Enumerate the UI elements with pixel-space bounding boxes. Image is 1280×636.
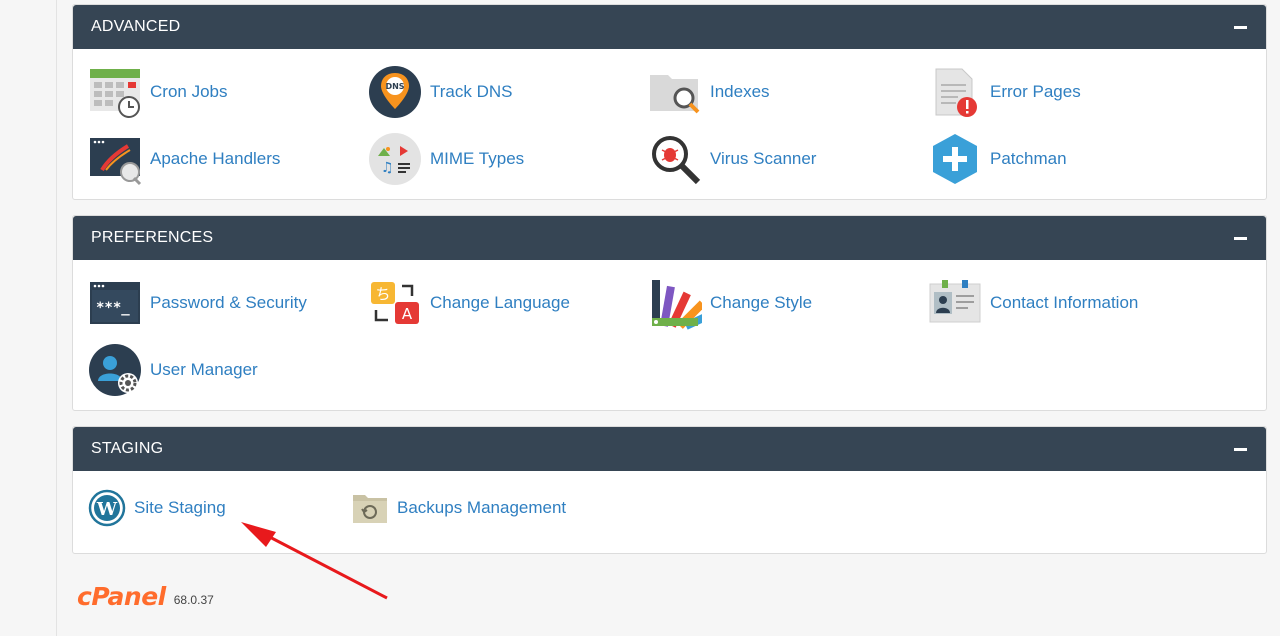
svg-text:W: W <box>96 499 118 520</box>
change-language-label: Change Language <box>430 293 570 312</box>
track-dns-label: Track DNS <box>430 82 513 101</box>
password-icon: ***_ <box>88 276 142 330</box>
language-icon: ち A <box>368 276 422 330</box>
backups-management-label: Backups Management <box>397 498 567 517</box>
site-staging-label: Site Staging <box>134 498 226 517</box>
preferences-panel-header: PREFERENCES <box>73 216 1266 260</box>
apache-handlers-link[interactable]: Apache Handlers <box>88 131 280 187</box>
indexes-label: Indexes <box>710 82 770 101</box>
staging-panel-title: STAGING <box>91 440 164 457</box>
patchman-link[interactable]: Patchman <box>928 131 1067 187</box>
wordpress-icon: W <box>88 489 126 527</box>
site-staging-link[interactable]: W Site Staging <box>88 480 226 536</box>
contact-card-icon <box>928 276 982 330</box>
apache-handlers-icon <box>88 132 142 186</box>
change-style-label: Change Style <box>710 293 813 312</box>
svg-text:♫: ♫ <box>381 160 394 176</box>
password-security-link[interactable]: ***_ Password & Security <box>88 275 307 331</box>
calendar-clock-icon <box>88 65 142 119</box>
folder-search-icon <box>648 65 702 119</box>
version-label: 68.0.37 <box>173 593 214 607</box>
staging-panel-header: STAGING <box>73 427 1266 471</box>
error-pages-link[interactable]: Error Pages <box>928 64 1081 120</box>
left-sidebar <box>0 0 57 636</box>
svg-text:A: A <box>402 305 413 323</box>
main-content: ADVANCED Cron Jobs DNS Track DNS Indexes… <box>57 0 1280 636</box>
preferences-panel-title: PREFERENCES <box>91 229 214 246</box>
style-palette-icon <box>648 276 702 330</box>
password-security-label: Password & Security <box>150 293 307 312</box>
collapse-staging-button[interactable] <box>1234 442 1248 456</box>
document-error-icon <box>928 65 982 119</box>
virus-scanner-label: Virus Scanner <box>710 149 817 168</box>
svg-text:***_: ***_ <box>96 300 130 316</box>
preferences-panel: PREFERENCES ***_ Password & Security ち A… <box>72 215 1267 411</box>
virus-scanner-link[interactable]: Virus Scanner <box>648 131 816 187</box>
patchman-label: Patchman <box>990 149 1067 168</box>
change-style-link[interactable]: Change Style <box>648 275 812 331</box>
advanced-panel-title: ADVANCED <box>91 18 181 35</box>
patchman-icon <box>928 132 982 186</box>
change-language-link[interactable]: ち A Change Language <box>368 275 570 331</box>
cpanel-footer: cPanel 68.0.37 <box>77 582 214 611</box>
svg-text:DNS: DNS <box>385 82 404 91</box>
cpanel-logo[interactable]: cPanel <box>77 582 166 611</box>
advanced-panel: ADVANCED Cron Jobs DNS Track DNS Indexes… <box>72 4 1267 200</box>
contact-information-link[interactable]: Contact Information <box>928 275 1138 331</box>
error-pages-label: Error Pages <box>990 82 1081 101</box>
mime-types-link[interactable]: ♫ MIME Types <box>368 131 524 187</box>
dns-pin-icon: DNS <box>368 65 422 119</box>
user-manager-link[interactable]: User Manager <box>88 342 258 398</box>
backup-folder-icon <box>351 489 389 527</box>
mime-types-label: MIME Types <box>430 149 525 168</box>
backups-management-link[interactable]: Backups Management <box>351 480 566 536</box>
contact-information-label: Contact Information <box>990 293 1139 312</box>
user-manager-icon <box>88 343 142 397</box>
advanced-panel-header: ADVANCED <box>73 5 1266 49</box>
cron-jobs-link[interactable]: Cron Jobs <box>88 64 227 120</box>
collapse-preferences-button[interactable] <box>1234 231 1248 245</box>
cron-jobs-label: Cron Jobs <box>150 82 228 101</box>
collapse-advanced-button[interactable] <box>1234 20 1248 34</box>
track-dns-link[interactable]: DNS Track DNS <box>368 64 513 120</box>
apache-handlers-label: Apache Handlers <box>150 149 281 168</box>
svg-text:ち: ち <box>375 285 390 303</box>
virus-scanner-icon <box>648 132 702 186</box>
staging-panel: STAGING W Site Staging Backups Managemen… <box>72 426 1267 554</box>
mime-types-icon: ♫ <box>368 132 422 186</box>
indexes-link[interactable]: Indexes <box>648 64 770 120</box>
user-manager-label: User Manager <box>150 360 258 379</box>
